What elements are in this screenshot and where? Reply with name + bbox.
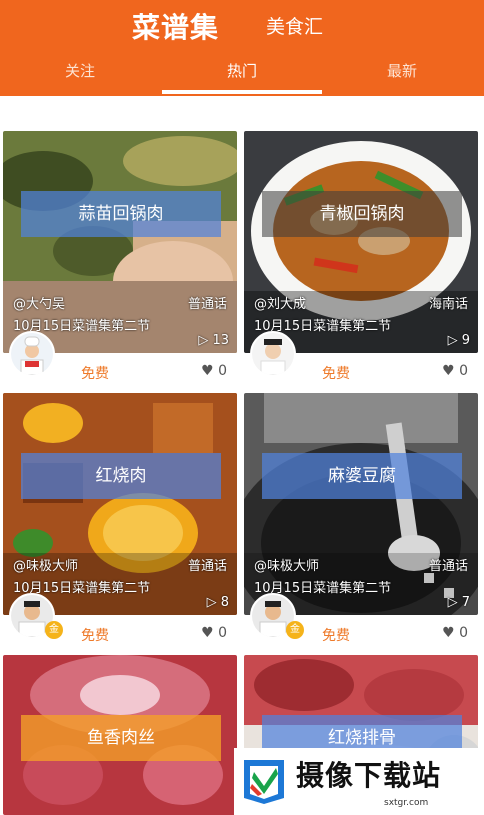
- site-watermark: 摄像下载站 sxtgr.com: [234, 748, 484, 815]
- app-subtitle[interactable]: 美食汇: [266, 12, 323, 39]
- price-free: 免费: [81, 366, 109, 382]
- recipe-author[interactable]: @大勺吴: [13, 293, 65, 312]
- heart-icon: ♥: [201, 625, 214, 641]
- heart-icon: ♥: [442, 363, 455, 379]
- play-count: ▷ 13: [198, 333, 229, 348]
- price-free: 免费: [81, 628, 109, 644]
- recipe-dialect: 普通话: [187, 297, 227, 312]
- like-count[interactable]: ♥ 0: [442, 363, 468, 379]
- recipe-title: 蒜苗回锅肉: [21, 191, 221, 237]
- gold-badge-icon: 金: [286, 621, 304, 639]
- recipe-dialect: 普通话: [187, 559, 227, 574]
- recipe-title: 鱼香肉丝: [21, 715, 221, 761]
- recipe-author[interactable]: @味极大师: [254, 555, 319, 574]
- price-free: 免费: [322, 628, 350, 644]
- chef-avatar[interactable]: [250, 331, 296, 377]
- recipe-title: 麻婆豆腐: [262, 453, 462, 499]
- play-icon: ▷: [206, 595, 217, 610]
- recipe-author[interactable]: @味极大师: [13, 555, 78, 574]
- app-header: 菜谱集 美食汇 关注 热门 最新: [0, 0, 484, 96]
- chef-avatar[interactable]: [9, 331, 55, 377]
- price-free: 免费: [322, 366, 350, 382]
- watermark-url: sxtgr.com: [384, 798, 429, 808]
- play-icon: ▷: [447, 333, 458, 348]
- heart-icon: ♥: [201, 363, 214, 379]
- like-count[interactable]: ♥ 0: [201, 625, 227, 641]
- recipe-author[interactable]: @刘大成: [254, 293, 306, 312]
- gold-badge-icon: 金: [45, 621, 63, 639]
- tab-follow[interactable]: 关注: [40, 60, 120, 81]
- play-icon: ▷: [447, 595, 458, 610]
- play-icon: ▷: [198, 333, 209, 348]
- recipe-grid: 蒜苗回锅肉 @大勺吴 普通话 10月15日菜谱集第二节 ▷ 13 免费 ♥ 0: [0, 96, 484, 815]
- recipe-dialect: 普通话: [428, 559, 468, 574]
- tab-indicator: [162, 90, 322, 94]
- app-title: 菜谱集: [132, 11, 220, 44]
- recipe-title: 红烧肉: [21, 453, 221, 499]
- play-count: ▷ 8: [206, 595, 229, 610]
- heart-icon: ♥: [442, 625, 455, 641]
- tab-hot[interactable]: 热门: [202, 60, 282, 81]
- play-count: ▷ 7: [447, 595, 470, 610]
- tab-latest[interactable]: 最新: [362, 60, 442, 81]
- download-site-logo-icon: [238, 754, 290, 806]
- recipe-dialect: 海南话: [428, 297, 468, 312]
- like-count[interactable]: ♥ 0: [201, 363, 227, 379]
- play-count: ▷ 9: [447, 333, 470, 348]
- watermark-text: 摄像下载站: [296, 759, 442, 792]
- like-count[interactable]: ♥ 0: [442, 625, 468, 641]
- recipe-title: 青椒回锅肉: [262, 191, 462, 237]
